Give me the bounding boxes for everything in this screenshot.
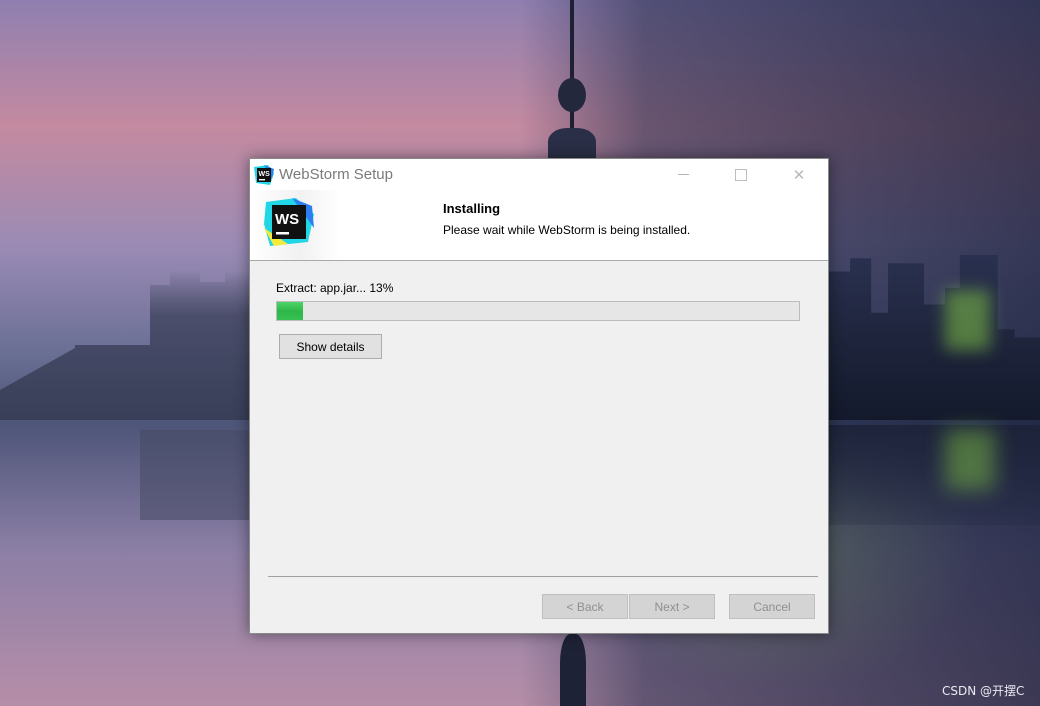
csdn-watermark: CSDN @开摆C — [942, 684, 1025, 698]
left-skyline — [0, 270, 250, 420]
maximize-button[interactable] — [718, 159, 764, 190]
right-glow-reflection — [945, 430, 995, 490]
webstorm-app-icon: WS — [254, 165, 274, 185]
extract-status: Extract: app.jar... 13% — [276, 281, 394, 295]
tv-tower-lower-sphere — [548, 128, 596, 162]
show-details-button[interactable]: Show details — [279, 334, 382, 359]
installer-header: WS Installing Please wait while WebStorm… — [250, 190, 828, 261]
title-bar[interactable]: WS WebStorm Setup ✕ — [250, 159, 828, 190]
cancel-button[interactable]: Cancel — [729, 594, 815, 619]
window-title: WebStorm Setup — [279, 166, 393, 183]
right-skyline-reflection — [829, 425, 1040, 525]
tv-tower-reflection — [560, 634, 586, 706]
left-skyline-reflection — [140, 430, 250, 520]
close-button[interactable]: ✕ — [776, 159, 822, 190]
maximize-icon — [735, 168, 747, 181]
right-skyline-glow — [945, 290, 990, 350]
webstorm-logo-icon: WS — [264, 198, 314, 246]
close-icon: ✕ — [792, 165, 806, 184]
progress-fill — [277, 302, 304, 320]
svg-text:WS: WS — [259, 171, 271, 178]
ws-logo-text: WS — [275, 211, 299, 228]
footer-divider — [268, 576, 818, 577]
minimize-button[interactable] — [660, 159, 706, 190]
install-progress-bar — [276, 301, 800, 321]
tv-tower-sphere — [558, 78, 586, 112]
minimize-icon — [677, 174, 689, 175]
next-button[interactable]: Next > — [629, 594, 715, 619]
right-skyline — [829, 255, 1040, 420]
page-title: Installing — [443, 201, 501, 216]
page-subtitle: Please wait while WebStorm is being inst… — [443, 223, 691, 237]
back-button[interactable]: < Back — [542, 594, 628, 619]
installer-window: WS WebStorm Setup ✕ WS Installing Please… — [249, 158, 829, 634]
